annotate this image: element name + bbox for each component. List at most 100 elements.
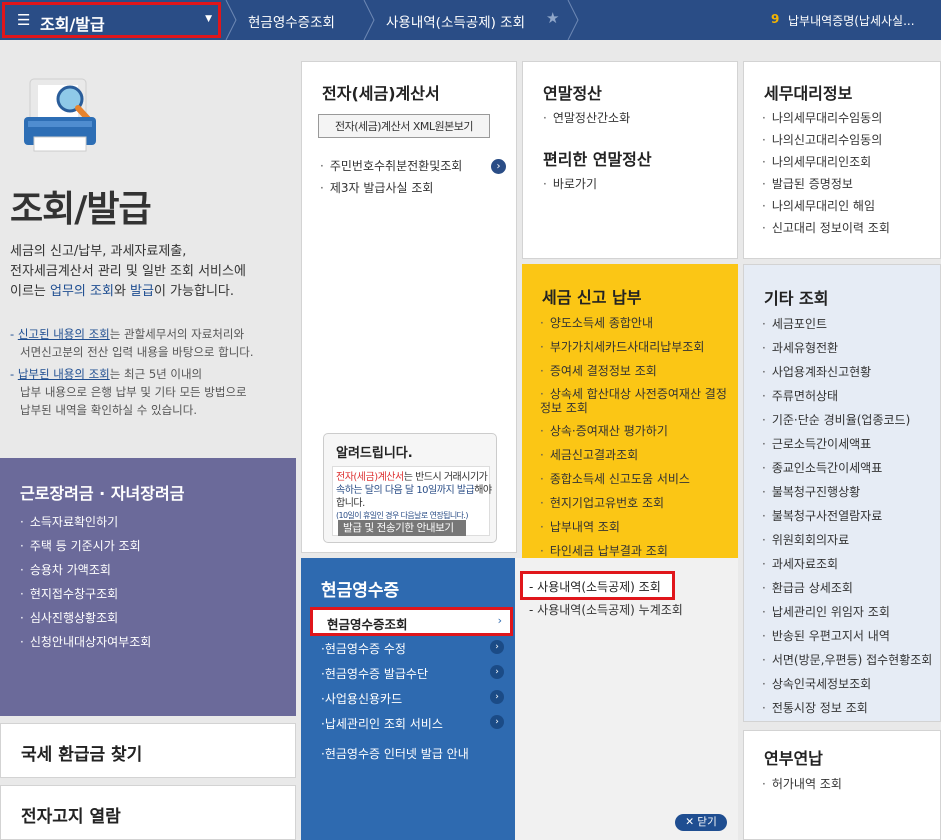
menu-link[interactable]: 납부내역 조회 (540, 515, 732, 539)
menu-link[interactable]: 세금신고결과조회 (540, 443, 732, 467)
menu-link[interactable]: 승용차 가액조회 (20, 558, 151, 582)
menu-link[interactable]: 양도소득세 종합안내 (540, 311, 732, 335)
menu-link[interactable]: 바로가기 (543, 173, 597, 195)
menu-link[interactable]: 기준·단순 경비율(업종코드) (762, 408, 932, 432)
menu-link[interactable]: 나의신고대리수임동의 (762, 129, 890, 151)
usage-cumulative-link[interactable]: - 사용내역(소득공제) 누계조회 (529, 601, 683, 618)
menu-link[interactable]: 신고대리 정보이력 조회 (762, 217, 890, 239)
panel-title: 세금 신고 납부 (542, 288, 642, 307)
cash-menu-item[interactable]: ·현금영수증 발급수단 (321, 665, 428, 682)
cash-menu-item[interactable]: ·사업용신용카드 (321, 690, 402, 707)
text: 이 가능합니다. (153, 284, 234, 299)
installment-panel: 연부연납 허가내역 조회 (743, 730, 941, 840)
menu-link[interactable]: 증여세 결정정보 조회 (540, 359, 732, 383)
menu-link[interactable]: 상속인국세정보조회 (762, 672, 932, 696)
main-menu-dropdown[interactable]: ☰ 조회/발급 ▼ (2, 2, 221, 38)
menu-link[interactable]: 세금포인트 (762, 312, 932, 336)
note-text: 는 관할세무서의 자료처리와 (109, 327, 245, 341)
menu-label: 납세관리인 조회 서비스 (324, 717, 443, 731)
e-invoice-panel: 전자(세금)계산서 전자(세금)계산서 XML원본보기 주민번호수취분전환및조회… (301, 61, 517, 553)
chevron-right-icon[interactable]: › (491, 159, 506, 174)
close-button[interactable]: ✕ 닫기 (675, 814, 727, 831)
menu-link[interactable]: 주택 등 기준시가 조회 (20, 534, 151, 558)
cash-receipt-panel: 현금영수증 현금영수증조회 › ·현금영수증 수정 › ·현금영수증 발급수단 … (301, 558, 515, 840)
menu-label: 현금영수증 인터넷 발급 안내 (324, 747, 469, 761)
highlight-text: 발급 (130, 284, 154, 299)
menu-link[interactable]: 과세자료조회 (762, 552, 932, 576)
menu-link[interactable]: 나의세무대리인 해임 (762, 195, 890, 217)
menu-link[interactable]: 불복청구진행상황 (762, 480, 932, 504)
notice-red-text: 전자(세금)계산서 (336, 472, 404, 483)
xml-original-button[interactable]: 전자(세금)계산서 XML원본보기 (318, 114, 490, 138)
usage-history-link[interactable]: - 사용내역(소득공제) 조회 (520, 571, 675, 600)
refund-finder-button[interactable]: 국세 환급금 찾기 (0, 723, 296, 778)
menu-link[interactable]: 현지접수창구조회 (20, 582, 151, 606)
menu-link[interactable]: 발급된 증명정보 (762, 173, 890, 195)
menu-link[interactable]: 심사진행상황조회 (20, 606, 151, 630)
menu-link[interactable]: 위원회회의자료 (762, 528, 932, 552)
menu-link[interactable]: 소득자료확인하기 (20, 510, 151, 534)
chevron-right-icon[interactable]: › (490, 640, 504, 654)
menu-link[interactable]: 서면(방문,우편등) 접수현황조회 (762, 648, 933, 672)
menu-link[interactable]: 사업용계좌신고현황 (762, 360, 932, 384)
menu-link[interactable]: 불복청구사전열람자료 (762, 504, 932, 528)
panel-title: 연말정산 (543, 84, 602, 103)
hamburger-icon: ☰ (17, 11, 31, 29)
cash-menu-item[interactable]: ·현금영수증 수정 (321, 640, 406, 657)
menu-link[interactable]: 전통시장 정보 조회 (762, 696, 932, 720)
menu-link[interactable]: 종교인소득간이세액표 (762, 456, 932, 480)
breadcrumb-separator-icon (363, 0, 375, 40)
menu-link[interactable]: 상속세 합산대상 사전증여재산 결정정보 조회 (540, 383, 732, 419)
menu-link[interactable]: 근로소득간이세액표 (762, 432, 932, 456)
menu-link[interactable]: 주민번호수취분전환및조회 (320, 155, 462, 177)
menu-label-text: 사용내역(소득공제) 누계조회 (537, 603, 683, 617)
cash-receipt-submenu: - 사용내역(소득공제) 조회 - 사용내역(소득공제) 누계조회 ✕ 닫기 (515, 558, 738, 840)
e-notice-button[interactable]: 전자고지 열람 (0, 785, 296, 840)
menu-link[interactable]: 상속·증여재산 평가하기 (540, 419, 732, 443)
menu-link[interactable]: 주류면허상태 (762, 384, 932, 408)
menu-link[interactable]: 허가내역 조회 (762, 773, 842, 795)
installment-list: 허가내역 조회 (762, 773, 842, 795)
menu-link[interactable]: 납세관리인 위임자 조회 (762, 600, 932, 624)
year-end-list: 연말정산간소화 (543, 107, 630, 129)
menu-label: 현금영수증 발급수단 (324, 667, 429, 681)
menu-link[interactable]: 과세유형전환 (762, 336, 932, 360)
cash-menu-item[interactable]: ·현금영수증 인터넷 발급 안내 (321, 745, 469, 762)
menu-link[interactable]: 신청안내대상자여부조회 (20, 630, 151, 654)
menu-link[interactable]: 종합소득세 신고도움 서비스 (540, 467, 732, 491)
menu-link[interactable]: 연말정산간소화 (543, 107, 630, 129)
menu-link[interactable]: 제3자 발급사실 조회 (320, 177, 462, 199)
note-line: 납부된 내역을 확인하실 수 있습니다. (20, 403, 197, 417)
menu-link[interactable]: 환급금 상세조회 (762, 576, 932, 600)
note-reported: - 신고된 내용의 조회는 관할세무서의 자료처리와 서면신고분의 전산 입력 … (10, 325, 290, 361)
menu-link[interactable]: 나의세무대리인조회 (762, 151, 890, 173)
panel-subtitle: 편리한 연말정산 (543, 150, 652, 169)
chevron-right-icon: › (497, 614, 502, 627)
chevron-right-icon[interactable]: › (490, 715, 504, 729)
tax-report-list: 양도소득세 종합안내 부가가치세카드사대리납부조회 증여세 결정정보 조회 상속… (540, 311, 732, 563)
menu-link[interactable]: 부가가치세카드사대리납부조회 (540, 335, 732, 359)
menu-link[interactable]: 현지기업고유번호 조회 (540, 491, 732, 515)
notice-text-part: 는 반드시 거래시기가 (403, 472, 488, 483)
recent-menu-link[interactable]: 납부내역증명(납세사실... (788, 12, 938, 29)
close-icon: ✕ (685, 816, 695, 828)
menu-link[interactable]: 나의세무대리수임동의 (762, 107, 890, 129)
menu-link[interactable]: 반송된 우편고지서 내역 (762, 624, 932, 648)
text: 와 (113, 284, 131, 299)
chevron-right-icon[interactable]: › (490, 665, 504, 679)
description-line: 세금의 신고/납부, 과세자료제출, (10, 244, 187, 259)
notice-text: 전자(세금)계산서는 반드시 거래시기가 속하는 달의 다음 달 10일까지 발… (336, 471, 492, 510)
deadline-guide-button[interactable]: 발급 및 전송기한 안내보기 (338, 520, 466, 536)
cash-menu-item[interactable]: ·납세관리인 조회 서비스 (321, 715, 443, 732)
cash-receipt-inquiry-item[interactable]: 현금영수증조회 › (310, 607, 513, 636)
other-inquiry-panel: 기타 조회 세금포인트 과세유형전환 사업용계좌신고현황 주류면허상태 기준·단… (743, 264, 941, 722)
chevron-right-icon[interactable]: › (490, 690, 504, 704)
notice-title: 알려드립니다. (336, 446, 413, 461)
panel-title: 세무대리정보 (764, 84, 853, 103)
note-line: - 신고된 내용의 조회는 관할세무서의 자료처리와 (10, 327, 245, 341)
panel-title: 현금영수증 (321, 581, 400, 601)
breadcrumb-usage-history[interactable]: 사용내역(소득공제) 조회 (386, 11, 525, 31)
breadcrumb-cash-receipt[interactable]: 현금영수증조회 (248, 11, 335, 31)
star-icon[interactable]: ★ (546, 9, 559, 27)
description-line: 전자세금계산서 관리 및 일반 조회 서비스에 (10, 264, 246, 279)
